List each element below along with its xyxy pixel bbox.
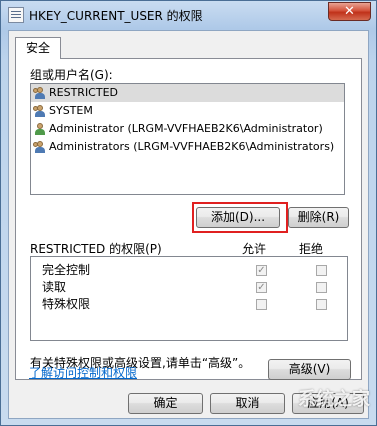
user-group-icon — [33, 105, 46, 117]
list-item-label: RESTRICTED — [49, 86, 119, 99]
add-button[interactable]: 添加(D)... — [196, 207, 280, 228]
permission-name: 完全控制 — [42, 263, 91, 277]
user-icon — [34, 123, 46, 135]
window-title: HKEY_CURRENT_USER 的权限 — [29, 9, 203, 23]
window-icon — [8, 7, 24, 23]
deny-checkbox-full-control[interactable] — [316, 265, 327, 276]
close-button[interactable]: ✕ — [328, 2, 371, 21]
security-tab-panel: 组或用户名(G): RESTRICTED SYSTEM Administrato… — [15, 58, 362, 380]
learn-access-control-link[interactable]: 了解访问控制和权限 — [29, 364, 137, 381]
allow-checkbox-full-control[interactable]: ✓ — [256, 265, 267, 276]
remove-button[interactable]: 删除(R) — [288, 207, 349, 228]
deny-column-header: 拒绝 — [299, 242, 324, 256]
permission-name: 特殊权限 — [42, 297, 91, 311]
list-item[interactable]: Administrators (LRGM-VVFHAEB2K6\Administ… — [31, 138, 344, 156]
list-item-label: SYSTEM — [49, 104, 93, 117]
allow-column-header: 允许 — [242, 242, 267, 256]
groups-label: 组或用户名(G): — [30, 68, 113, 82]
cancel-button[interactable]: 取消 — [210, 393, 285, 414]
groups-list[interactable]: RESTRICTED SYSTEM Administrator (LRGM-VV… — [30, 83, 345, 195]
permissions-dialog: HKEY_CURRENT_USER 的权限 ✕ 安全 组或用户名(G): RES… — [0, 0, 377, 426]
permissions-title: RESTRICTED 的权限(P) — [30, 242, 162, 256]
allow-checkbox-read[interactable]: ✓ — [256, 282, 267, 293]
deny-checkbox-special[interactable] — [316, 299, 327, 310]
user-group-icon — [33, 87, 46, 99]
ok-button[interactable]: 确定 — [128, 393, 203, 414]
permissions-list: 完全控制 ✓ 读取 ✓ 特殊权限 — [30, 256, 348, 341]
list-item[interactable]: SYSTEM — [31, 102, 344, 120]
user-group-icon — [33, 141, 46, 153]
title-bar[interactable]: HKEY_CURRENT_USER 的权限 ✕ — [1, 1, 376, 29]
allow-checkbox-special[interactable] — [256, 299, 267, 310]
advanced-button[interactable]: 高级(V) — [268, 359, 351, 380]
list-item[interactable]: Administrator (LRGM-VVFHAEB2K6\Administr… — [31, 120, 344, 138]
tab-security[interactable]: 安全 — [15, 37, 62, 59]
dialog-client-area: 安全 组或用户名(G): RESTRICTED SYSTEM Administr… — [8, 30, 369, 419]
list-item[interactable]: RESTRICTED — [31, 84, 344, 102]
permission-name: 读取 — [42, 280, 67, 294]
list-item-label: Administrator (LRGM-VVFHAEB2K6\Administr… — [49, 122, 323, 135]
watermark-logo: 系统之家 — [298, 389, 370, 410]
list-item-label: Administrators (LRGM-VVFHAEB2K6\Administ… — [49, 140, 335, 153]
deny-checkbox-read[interactable] — [316, 282, 327, 293]
